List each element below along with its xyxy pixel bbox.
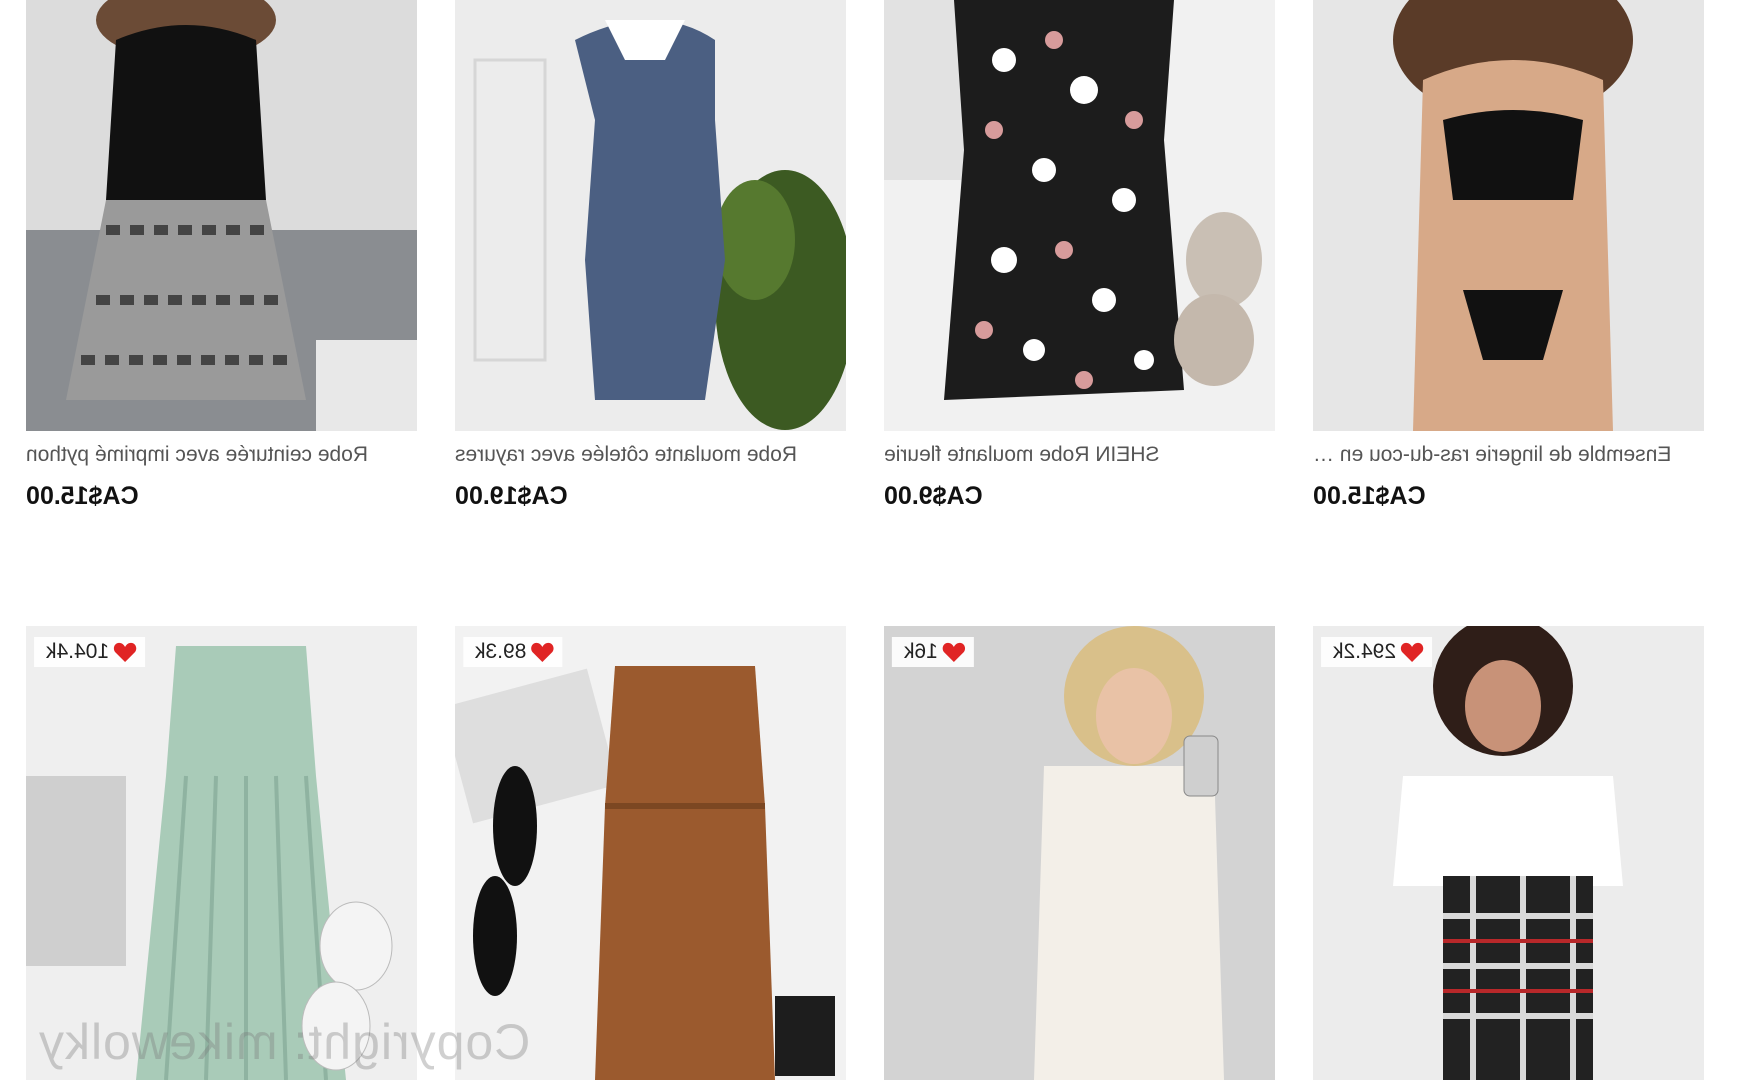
product-price: CA$9.00 — [884, 482, 983, 510]
product-image[interactable] — [1313, 0, 1704, 431]
likes-badge[interactable]: 89.3k — [463, 637, 563, 667]
likes-badge[interactable]: 16k — [892, 637, 974, 667]
likes-count: 294.2k — [1333, 640, 1397, 663]
product-image[interactable] — [455, 626, 846, 1080]
product-title[interactable]: SHEIN Robe moulante fleurie — [884, 443, 1275, 473]
product-title[interactable]: Robe ceinturée avec imprimé python — [26, 443, 417, 473]
product-image[interactable] — [884, 626, 1275, 1080]
product-price: CA$19.00 — [455, 482, 568, 510]
product-price: CA$15.00 — [1313, 482, 1426, 510]
heart-icon — [113, 641, 137, 663]
likes-count: 16k — [904, 640, 938, 663]
likes-badge[interactable]: 294.2k — [1321, 637, 1433, 667]
heart-icon — [1400, 641, 1424, 663]
likes-count: 104.4k — [46, 640, 110, 663]
likes-count: 89.3k — [475, 640, 527, 663]
product-image[interactable] — [1313, 626, 1704, 1080]
product-title[interactable]: Robe moulante côtelée avec rayures — [455, 443, 846, 473]
product-image[interactable] — [455, 0, 846, 431]
product-image[interactable] — [26, 626, 417, 1080]
heart-icon — [530, 641, 554, 663]
product-image[interactable] — [26, 0, 417, 431]
likes-badge[interactable]: 104.4k — [34, 637, 146, 667]
product-title[interactable]: Ensemble de lingerie ras-du-cou en … — [1313, 443, 1704, 473]
product-image[interactable] — [884, 0, 1275, 431]
heart-icon — [942, 641, 966, 663]
watermark: Copyright: mikewolky — [38, 1014, 531, 1070]
product-price: CA$15.00 — [26, 482, 139, 510]
